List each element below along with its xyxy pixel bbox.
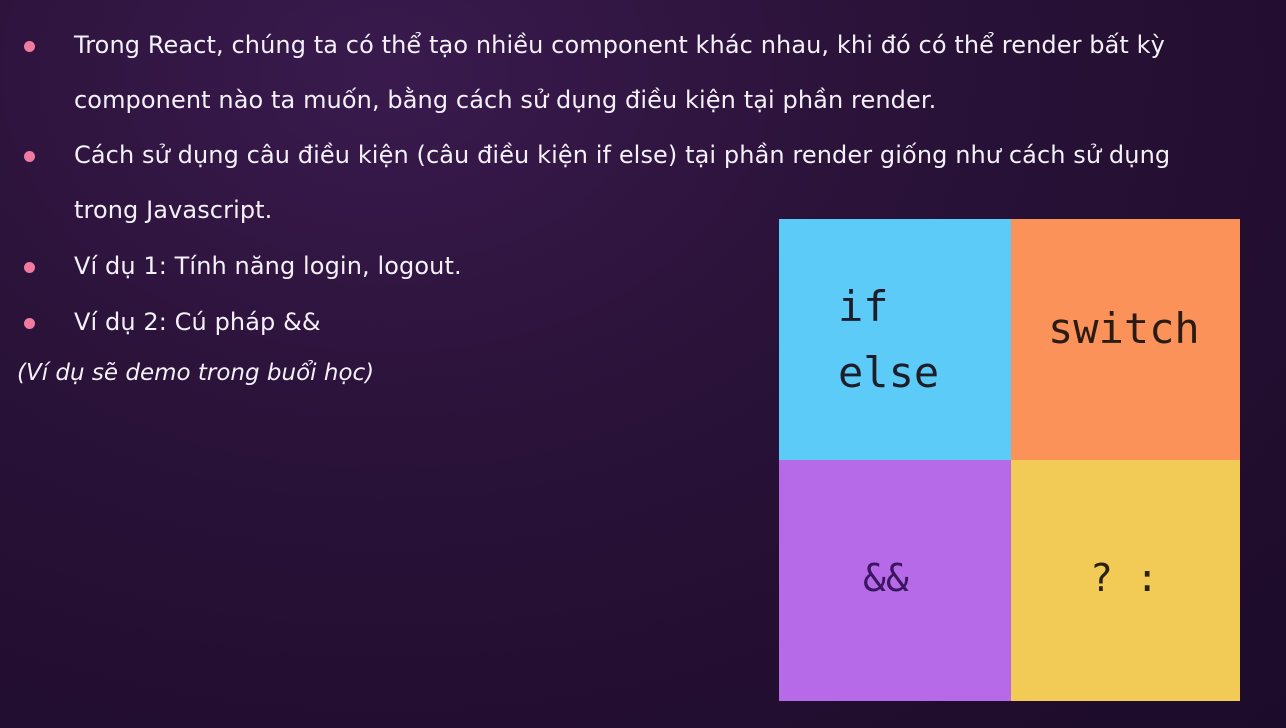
bullet-dot — [24, 151, 35, 162]
bullet-dot — [24, 318, 35, 329]
bullet-4-line-1: Ví dụ 2: Cú pháp && — [74, 308, 321, 336]
if-label: if — [838, 282, 889, 331]
bullet-dot — [24, 262, 35, 273]
else-label: else — [838, 348, 940, 397]
bullet-dot — [24, 41, 35, 52]
bullet-2-line-2: trong Javascript. — [74, 196, 273, 224]
cell-ternary: ? : — [1011, 460, 1240, 701]
bullet-3-line-1: Ví dụ 1: Tính năng login, logout. — [74, 252, 462, 280]
conditional-grid: if else switch && ? : — [779, 219, 1240, 701]
cell-and: && — [779, 460, 1011, 701]
ternary-label: ? : — [1090, 556, 1159, 600]
and-label: && — [863, 556, 909, 600]
switch-label: switch — [1048, 304, 1200, 353]
cell-switch: switch — [1011, 219, 1240, 460]
bullet-1-line-2: component nào ta muốn, bằng cách sử dụng… — [74, 86, 937, 114]
demo-note: (Ví dụ sẽ demo trong buổi học) — [17, 360, 375, 386]
cell-if-else: if else — [779, 219, 1011, 460]
bullet-1-line-1: Trong React, chúng ta có thể tạo nhiều c… — [74, 31, 1165, 59]
bullet-2-line-1: Cách sử dụng câu điều kiện (câu điều kiệ… — [74, 141, 1171, 169]
